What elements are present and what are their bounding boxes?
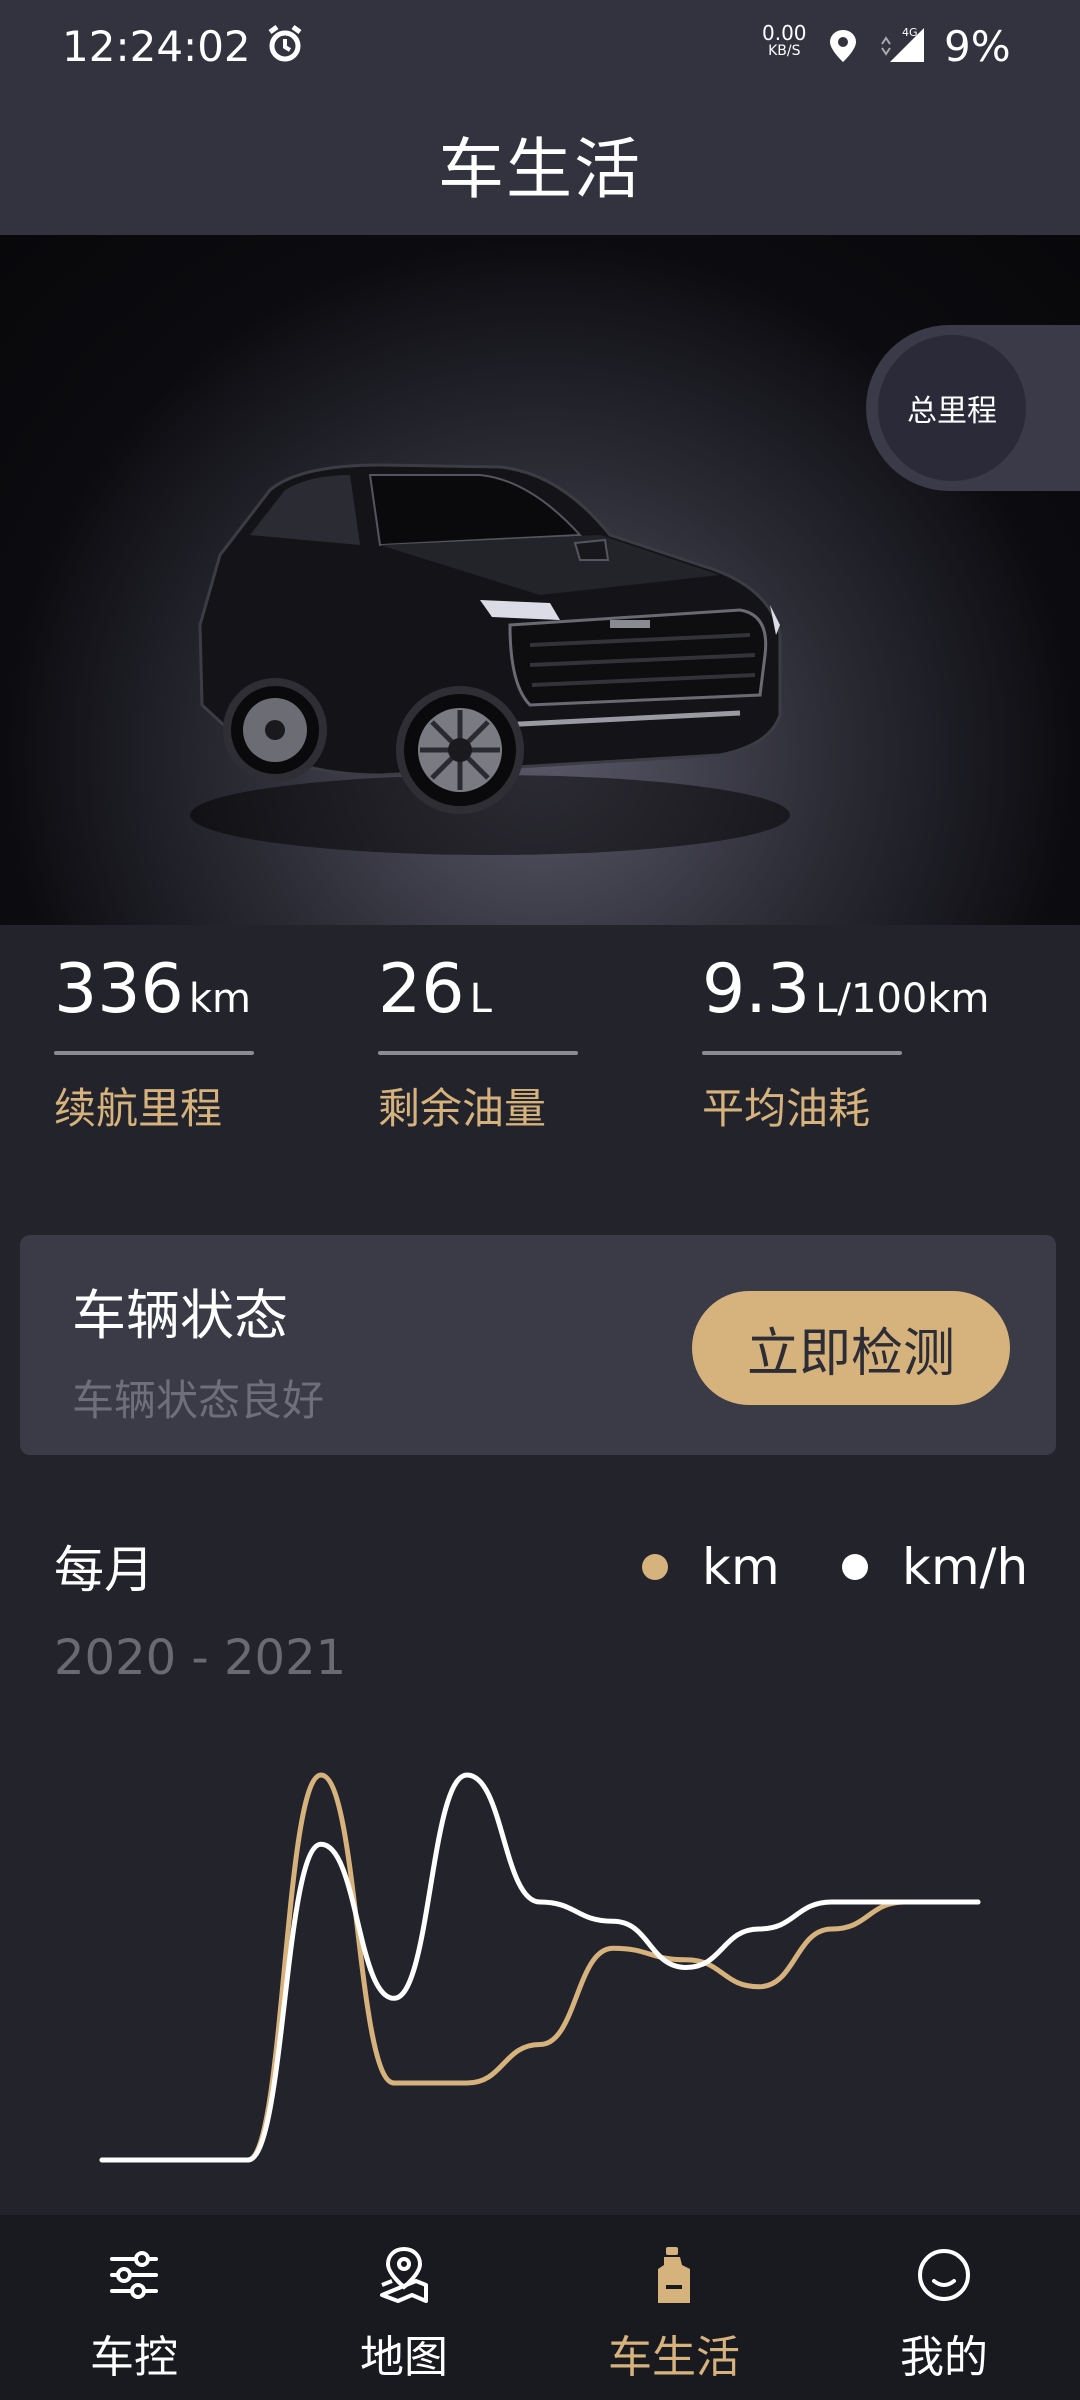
- status-time: 12:24:02: [62, 22, 251, 71]
- legend-item-kmh: km/h: [842, 1538, 1028, 1596]
- legend-item-km: km: [642, 1538, 780, 1596]
- page-title: 车生活: [438, 131, 642, 208]
- location-icon: [830, 30, 856, 62]
- oil-bottle-icon: [658, 2247, 690, 2303]
- stat-consumption-divider: [702, 1051, 902, 1055]
- vehicle-status-card: 车辆状态 车辆状态良好 立即检测: [20, 1235, 1056, 1455]
- vehicle-status-subtitle: 车辆状态良好: [72, 1376, 325, 1425]
- chart-title: 每月: [54, 1541, 154, 1599]
- chart-range: 2020 - 2021: [54, 1630, 347, 1686]
- stat-consumption-unit: L/100km: [815, 976, 990, 1022]
- chart-header: 每月 2020 - 2021 km km/h: [0, 1500, 1080, 1700]
- network-speed-unit: KB/S: [768, 43, 801, 59]
- smile-icon: [918, 2249, 970, 2301]
- nav-item-car-life[interactable]: 车生活: [574, 2245, 774, 2385]
- legend-dot-kmh: [842, 1554, 868, 1580]
- stat-consumption: 9.3 L/100km 平均油耗: [702, 950, 990, 1136]
- stat-consumption-label: 平均油耗: [702, 1084, 871, 1133]
- signal-icon: 4G: [881, 26, 924, 62]
- legend-label-kmh: km/h: [902, 1538, 1029, 1596]
- sliders-icon: [110, 2251, 158, 2299]
- vehicle-stats: 336 km 续航里程 26 L 剩余油量 9.3 L/100km 平均油耗: [0, 925, 1080, 1235]
- stat-consumption-value: 9.3: [702, 950, 811, 1029]
- nav-item-map[interactable]: 地图: [304, 2245, 504, 2385]
- legend-dot-km: [642, 1554, 668, 1580]
- vehicle-status-title: 车辆状态: [72, 1284, 288, 1347]
- total-mileage-button[interactable]: 总里程: [878, 335, 1026, 481]
- nav-label-mine: 我的: [900, 2332, 988, 2383]
- stat-range-value: 336: [54, 950, 184, 1029]
- car-image: [190, 463, 790, 855]
- stat-consumption-value-row: 9.3 L/100km: [702, 950, 990, 1029]
- stat-fuel: 26 L 剩余油量: [378, 950, 578, 1136]
- mileage-panel: 总里程: [866, 325, 1080, 491]
- car-hero: 总里程: [0, 235, 1080, 925]
- network-speed-value: 0.00: [762, 21, 807, 45]
- stat-range-label: 续航里程: [54, 1084, 223, 1133]
- map-pin-icon: [380, 2246, 428, 2303]
- alarm-icon: [268, 24, 302, 62]
- nav-label-map: 地图: [360, 2332, 448, 2383]
- stat-range-value-row: 336 km: [54, 950, 254, 1029]
- stat-fuel-value-row: 26 L: [378, 950, 578, 1029]
- stat-fuel-label: 剩余油量: [378, 1084, 547, 1133]
- stat-fuel-value: 26: [378, 950, 465, 1029]
- series-line-kmh: [99, 1772, 981, 2163]
- legend-label-km: km: [702, 1538, 780, 1596]
- monthly-line-chart: [99, 1772, 981, 2163]
- nav-item-mine[interactable]: 我的: [844, 2245, 1044, 2385]
- network-type: 4G: [902, 26, 918, 39]
- nav-label-car-control: 车控: [90, 2332, 178, 2383]
- stat-range-divider: [54, 1051, 254, 1055]
- network-speed: 0.00 KB/S: [762, 21, 807, 60]
- stat-fuel-divider: [378, 1051, 578, 1055]
- series-line-km: [99, 1772, 981, 2163]
- nav-label-car-life: 车生活: [608, 2332, 740, 2383]
- app-bar: 车生活: [0, 92, 1080, 235]
- status-bar: 12:24:02 0.00 KB/S 4G 9%: [0, 0, 1080, 92]
- stat-range-unit: km: [188, 976, 252, 1022]
- stat-range: 336 km 续航里程: [54, 950, 254, 1136]
- bottom-nav: 车控 地图 车生活 我的: [0, 2215, 1080, 2400]
- stat-fuel-unit: L: [469, 976, 492, 1022]
- detect-now-button[interactable]: 立即检测: [692, 1291, 1010, 1405]
- nav-item-car-control[interactable]: 车控: [34, 2245, 234, 2385]
- battery-level: 9%: [944, 22, 1011, 71]
